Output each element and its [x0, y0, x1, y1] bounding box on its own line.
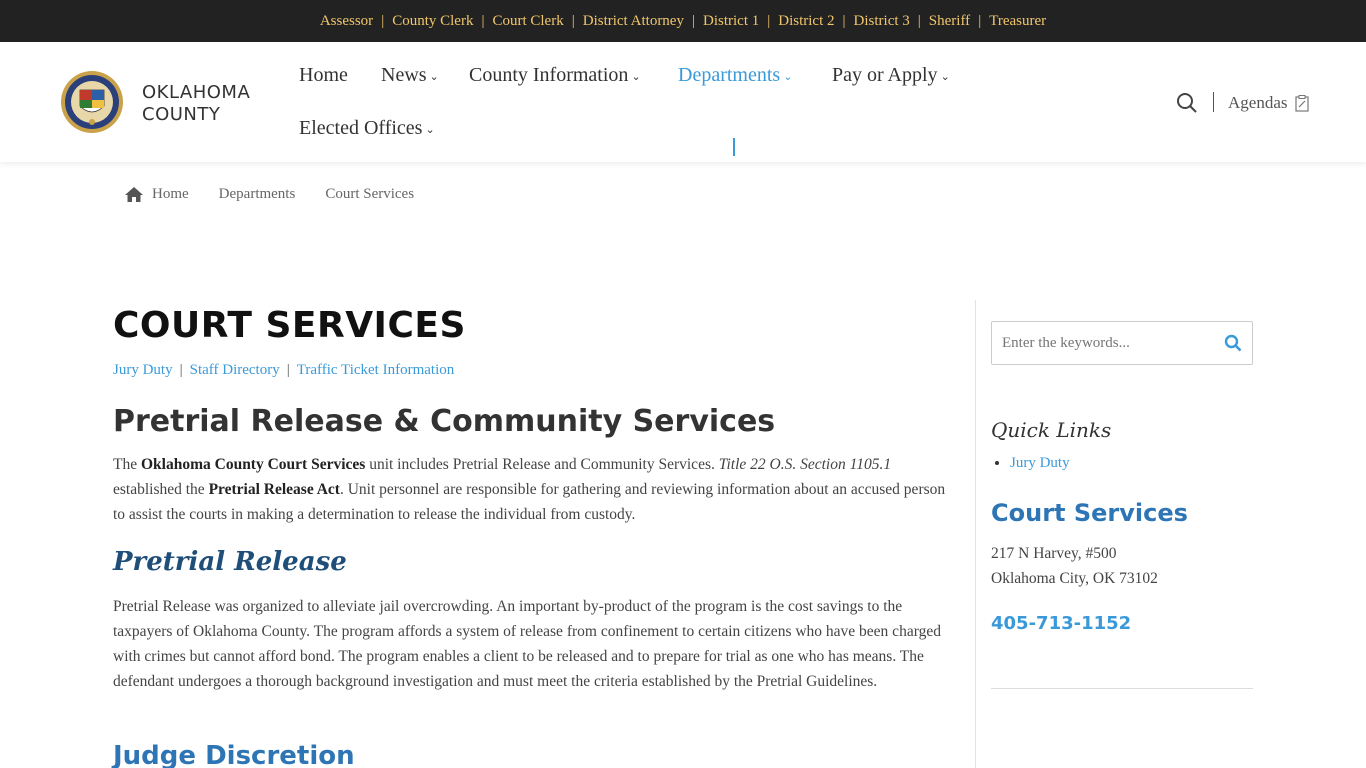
topbar-link-district-attorney[interactable]: District Attorney	[583, 13, 684, 30]
agendas-label: Agendas	[1228, 93, 1288, 112]
nav-home[interactable]: Home	[299, 64, 348, 87]
breadcrumb-current-label: Court Services	[325, 186, 415, 202]
topbar-link-district-2[interactable]: District 2	[778, 13, 834, 30]
topbar-link-treasurer[interactable]: Treasurer	[989, 13, 1046, 30]
search-icon[interactable]	[1224, 334, 1242, 352]
office-title: Court Services	[991, 499, 1188, 527]
address-line-2: Oklahoma City, OK 73102	[991, 570, 1158, 587]
intro-statute-citation: Title 22 O.S. Section 1105.1	[718, 456, 892, 473]
separator: |	[978, 12, 982, 29]
nav-county-information-label: County Information	[469, 64, 629, 86]
quick-link-jury-duty[interactable]: Jury Duty	[1010, 455, 1070, 471]
separator: |	[691, 12, 695, 29]
topbar-link-county-clerk[interactable]: County Clerk	[392, 13, 473, 30]
office-address: 217 N Harvey, #500 Oklahoma City, OK 731…	[991, 541, 1158, 591]
brand-line-2: COUNTY	[142, 104, 221, 125]
home-icon	[125, 187, 143, 202]
chevron-down-icon: ⌄	[631, 70, 641, 83]
office-phone[interactable]: 405-713-1152	[991, 613, 1131, 634]
topbar-link-district-1[interactable]: District 1	[703, 13, 759, 30]
breadcrumb-home-label: Home	[152, 186, 189, 202]
sidebar-search-input[interactable]	[992, 322, 1212, 364]
pretrial-release-paragraph: Pretrial Release was organized to allevi…	[113, 598, 941, 690]
brand-line-1: OKLAHOMA	[142, 82, 251, 103]
intro-text: The	[113, 456, 141, 473]
section-links: Jury Duty | Staff Directory | Traffic Ticket…	[113, 362, 454, 379]
agendas-link[interactable]: Agendas	[1228, 93, 1310, 113]
separator: |	[917, 12, 921, 29]
separator: |	[842, 12, 846, 29]
link-staff-directory[interactable]: Staff Directory	[190, 362, 280, 378]
pretrial-release-heading: Pretrial Release	[113, 547, 347, 577]
quick-links-list: Jury Duty	[1010, 455, 1070, 472]
nav-pay-or-apply[interactable]: Pay or Apply ⌄	[832, 64, 950, 87]
nav-departments[interactable]: Departments ⌄	[678, 64, 792, 87]
chevron-down-icon: ⌄	[425, 123, 435, 136]
active-nav-indicator	[733, 138, 735, 156]
header-divider	[1213, 92, 1214, 112]
address-line-1: 217 N Harvey, #500	[991, 545, 1117, 562]
chevron-down-icon: ⌄	[429, 70, 439, 83]
sidebar-divider	[975, 300, 976, 768]
county-seal-logo[interactable]	[60, 70, 124, 134]
nav-departments-label: Departments	[678, 64, 781, 86]
intro-text: established the	[113, 481, 209, 498]
section-heading: Pretrial Release & Community Services	[113, 404, 776, 439]
breadcrumb-departments-label: Departments	[218, 186, 296, 202]
breadcrumb-home[interactable]: Home	[124, 186, 189, 203]
breadcrumb: Home Departments Court Services	[124, 186, 444, 203]
topbar-link-district-3[interactable]: District 3	[854, 13, 910, 30]
breadcrumb-departments[interactable]: Departments	[219, 186, 296, 203]
separator: |	[481, 12, 485, 29]
link-traffic-ticket-information[interactable]: Traffic Ticket Information	[297, 362, 455, 378]
list-item: Jury Duty	[1010, 455, 1070, 472]
breadcrumb-current: Court Services	[325, 186, 414, 203]
intro-text: unit includes Pretrial Release and Commu…	[365, 456, 719, 473]
nav-elected-offices-label: Elected Offices	[299, 117, 423, 139]
chevron-down-icon: ⌄	[783, 70, 793, 83]
search-icon[interactable]	[1176, 92, 1198, 114]
separator: |	[381, 12, 385, 29]
topbar-link-assessor[interactable]: Assessor	[320, 13, 373, 30]
sidebar-divider-line	[991, 688, 1253, 689]
topbar-link-sheriff[interactable]: Sheriff	[929, 13, 970, 30]
quick-links-title: Quick Links	[991, 418, 1112, 442]
nav-elected-offices[interactable]: Elected Offices ⌄	[299, 117, 435, 140]
top-bar: Assessor | County Clerk | Court Clerk | …	[0, 0, 1366, 42]
nav-news[interactable]: News ⌄	[381, 64, 439, 87]
separator: |	[286, 362, 290, 378]
nav-news-label: News	[381, 64, 427, 86]
nav-pay-or-apply-label: Pay or Apply	[832, 64, 938, 86]
separator: |	[571, 12, 575, 29]
intro-bold-text: Oklahoma County Court Services	[140, 456, 366, 473]
judge-discretion-heading: Judge Discretion	[113, 741, 355, 768]
chevron-down-icon: ⌄	[940, 70, 950, 83]
site-header: OKLAHOMA COUNTY Home News ⌄ County Inform…	[0, 42, 1366, 162]
intro-paragraph: The Oklahoma County Court Services unit …	[113, 452, 948, 527]
topbar-link-court-clerk[interactable]: Court Clerk	[492, 13, 563, 30]
intro-bold-text: Pretrial Release Act	[208, 481, 340, 498]
nav-county-information[interactable]: County Information ⌄	[469, 64, 641, 87]
site-brand[interactable]: OKLAHOMA COUNTY	[142, 82, 250, 126]
clipboard-icon	[1295, 94, 1310, 112]
nav-home-label: Home	[299, 64, 348, 86]
sidebar-search	[991, 321, 1253, 365]
separator: |	[767, 12, 771, 29]
page-title: COURT SERVICES	[113, 305, 466, 346]
separator: |	[179, 362, 183, 378]
link-jury-duty[interactable]: Jury Duty	[113, 362, 173, 378]
